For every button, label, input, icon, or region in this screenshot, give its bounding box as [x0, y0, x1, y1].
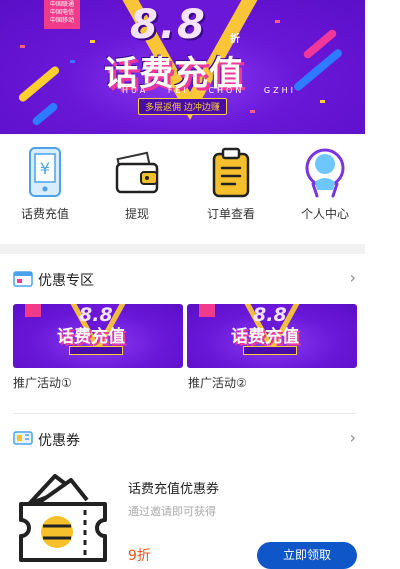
promo-carrier-badge [25, 304, 41, 317]
nav-label-recharge: 话费充值 [20, 207, 69, 221]
coupon-ticket-icon [13, 431, 33, 445]
coupon-discount: 9折 [128, 548, 151, 564]
coupons-header[interactable]: 优惠券 › [13, 428, 356, 450]
page: 中国联通 中国电信 中国移动 8.8 折 话费充值 HUA FEI CHON G… [0, 0, 365, 569]
confetti [250, 110, 255, 113]
confetti [20, 45, 25, 48]
nav-item-orders[interactable]: 订单查看 [191, 146, 271, 232]
banner-tagline: 多层返佣 边冲边赚 [138, 98, 227, 115]
user-icon [305, 148, 345, 198]
section-divider [0, 244, 365, 254]
chevron-right-icon[interactable]: › [350, 428, 356, 447]
promo-tag [69, 346, 123, 355]
divider-line [13, 413, 356, 414]
nav-label-orders: 订单查看 [206, 207, 255, 221]
banner-pinyin: HUA FEI CHON GZHI [122, 86, 296, 95]
coupon-subtitle: 通过邀请即可获得 [128, 505, 216, 518]
banner-stripe [17, 64, 61, 104]
promotions-title: 优惠专区 [38, 273, 94, 289]
confetti [70, 60, 75, 63]
nav-label-profile: 个人中心 [300, 207, 349, 221]
pinyin-chon: CHON [208, 86, 245, 95]
nav-label-withdraw: 提现 [124, 207, 149, 221]
promo-banner-2[interactable]: 8.8 话费充值 [187, 304, 357, 368]
promo-label-1[interactable]: 推广活动① [13, 374, 72, 391]
promo-banner-1[interactable]: 8.8 话费充值 [13, 304, 183, 368]
promo-tag [243, 346, 297, 355]
confetti [275, 20, 280, 23]
promo-zone-icon [13, 271, 33, 287]
carrier-telecom: 中国电信 [49, 9, 74, 16]
pinyin-fei: FEI [167, 86, 189, 95]
promo-carrier-badge [199, 304, 215, 317]
banner-number: 8.8 [130, 2, 207, 48]
phone-recharge-icon: ¥ [29, 147, 61, 197]
confetti [90, 40, 95, 43]
svg-text:¥: ¥ [40, 159, 50, 178]
nav-item-profile[interactable]: 个人中心 [285, 146, 365, 232]
clipboard-icon [212, 147, 250, 198]
ticket-icon [19, 474, 107, 562]
nav-item-withdraw[interactable]: 提现 [97, 146, 177, 232]
banner-discount-unit: 折 [230, 34, 240, 45]
wallet-icon [115, 151, 159, 194]
carrier-mobile: 中国移动 [49, 17, 74, 24]
claim-coupon-button[interactable]: 立即领取 [257, 542, 357, 569]
promo-title: 话费充值 [231, 327, 299, 347]
carrier-unicom: 中国联通 [49, 1, 74, 8]
confetti [320, 100, 325, 103]
pinyin-gzhi: GZHI [263, 86, 296, 95]
promo-title: 话费充值 [57, 327, 125, 347]
banner-stripe [30, 101, 60, 127]
chevron-right-icon[interactable]: › [350, 268, 356, 287]
carrier-badge: 中国联通 中国电信 中国移动 [44, 0, 80, 29]
nav-item-recharge[interactable]: ¥ 话费充值 [5, 146, 85, 232]
hero-banner[interactable]: 中国联通 中国电信 中国移动 8.8 折 话费充值 HUA FEI CHON G… [0, 0, 365, 134]
icon-nav: ¥ 话费充值 提现 订单查看 个人中心 [0, 146, 365, 232]
pinyin-hua: HUA [122, 86, 149, 95]
promotions-header[interactable]: 优惠专区 › [13, 268, 356, 290]
banner-stripe [292, 47, 344, 93]
promo-label-2[interactable]: 推广活动② [188, 374, 247, 391]
coupons-title: 优惠券 [38, 433, 80, 449]
coupon-title: 话费充值优惠券 [128, 482, 220, 497]
